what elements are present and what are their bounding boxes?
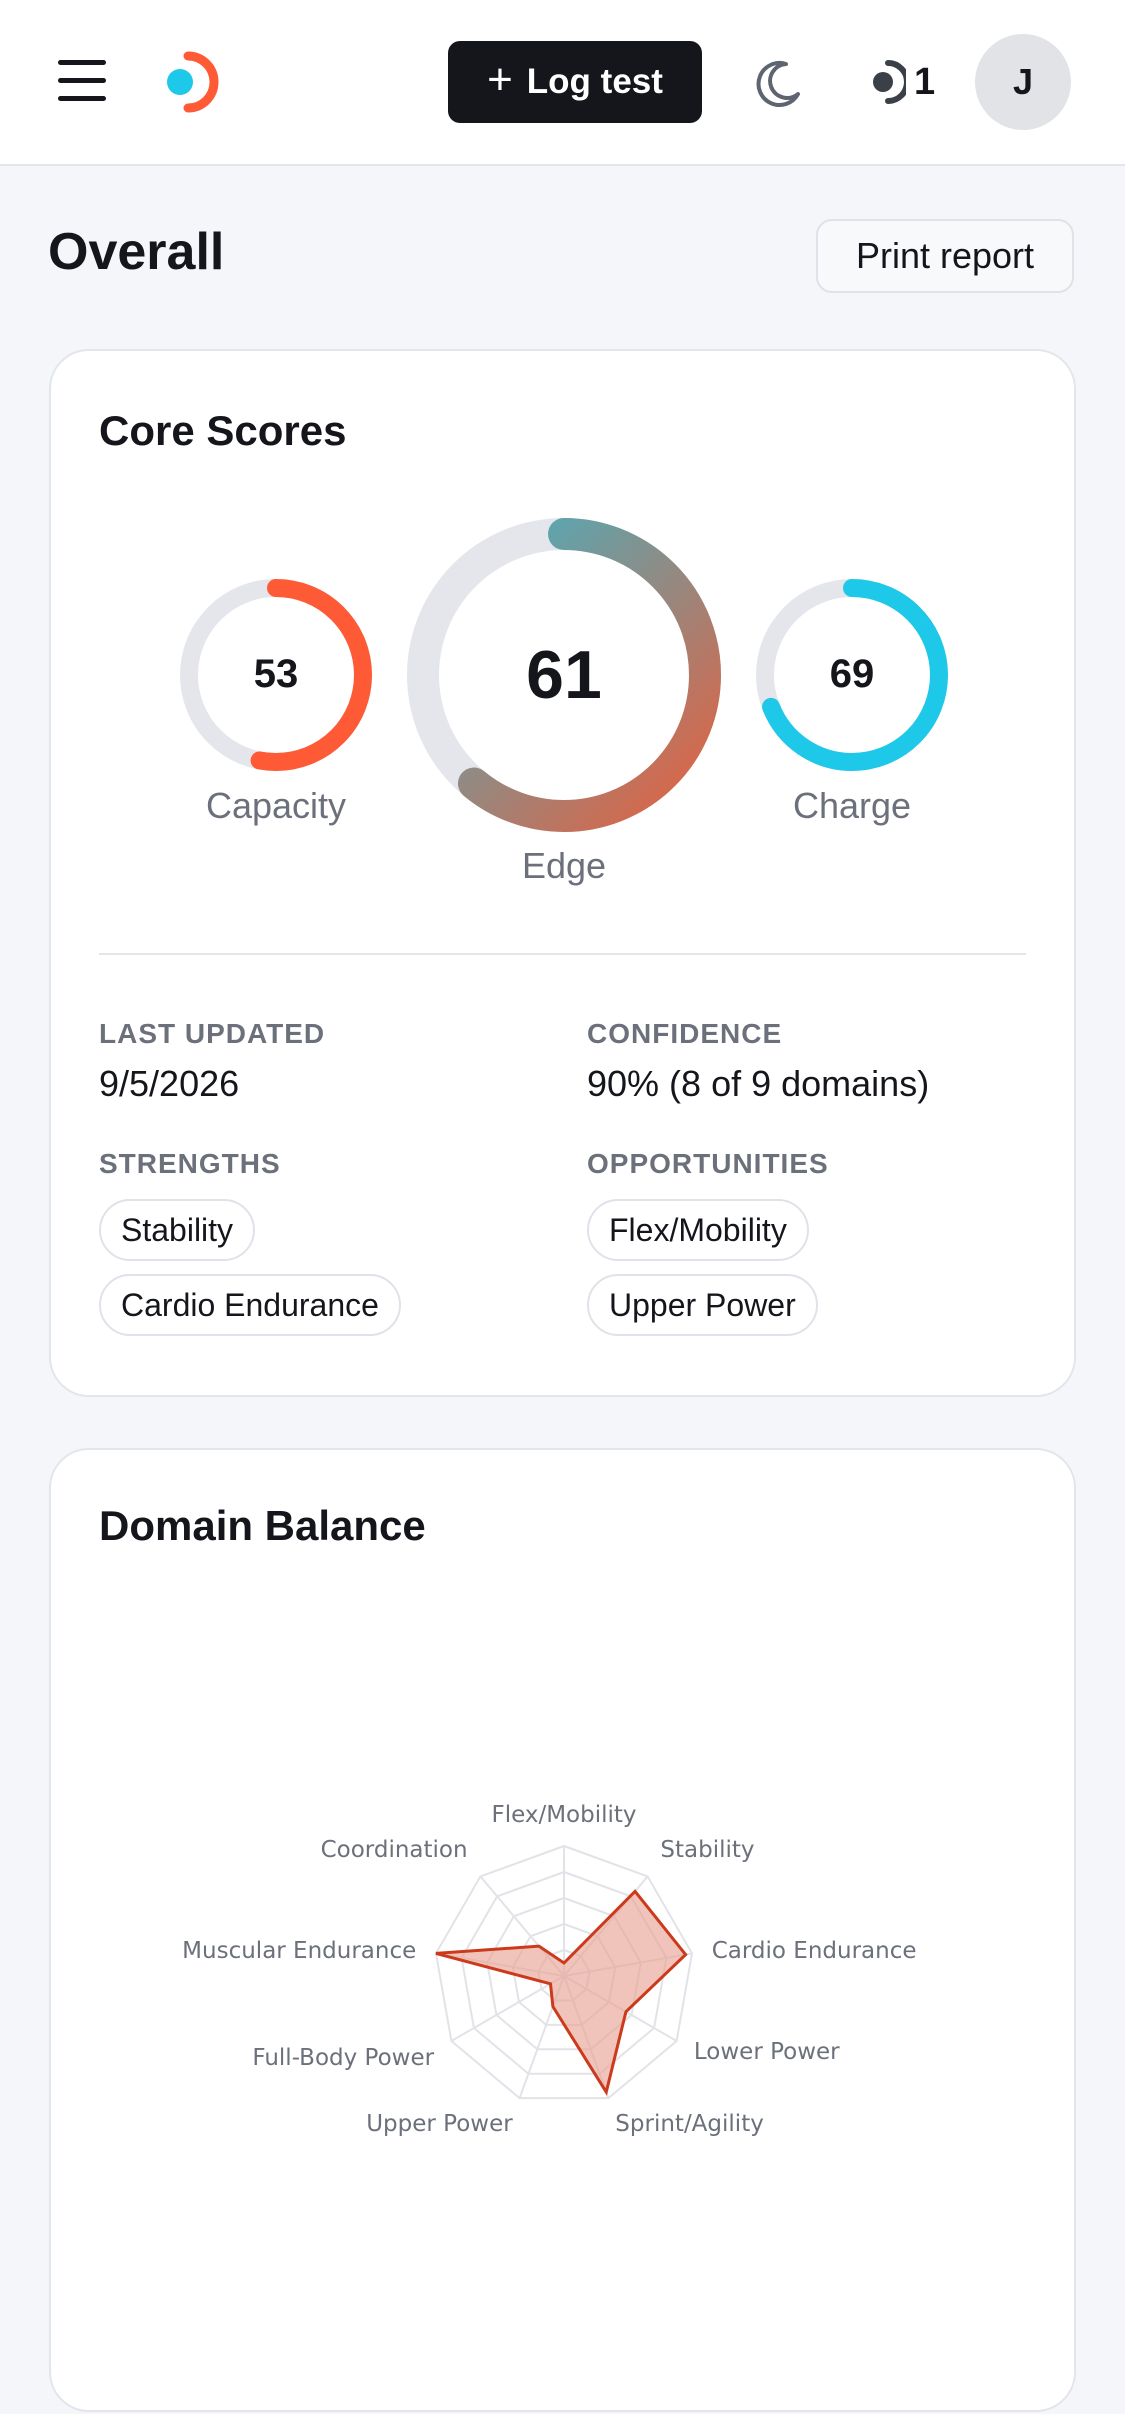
- charge-gauge: 69 Charge: [754, 577, 950, 826]
- radar-series-area: [435, 1889, 688, 2096]
- brand-logo[interactable]: [158, 48, 222, 118]
- edge-label: Edge: [521, 845, 607, 886]
- confidence-value: 90% (8 of 9 domains): [587, 1063, 930, 1104]
- menu-icon[interactable]: [58, 60, 108, 102]
- print-report-button[interactable]: Print report: [816, 219, 1074, 293]
- last-updated-value: 9/5/2026: [99, 1063, 240, 1104]
- radar-axis-label: Muscular Endurance: [182, 1938, 416, 1964]
- radar-axis-label: Lower Power: [694, 2039, 840, 2065]
- strength-pill: Cardio Endurance: [99, 1274, 401, 1336]
- capacity-label: Capacity: [205, 785, 347, 826]
- core-scores-title: Core Scores: [99, 407, 347, 454]
- print-report-label: Print report: [855, 235, 1035, 276]
- confidence-label: CONFIDENCE: [587, 1018, 783, 1049]
- capacity-gauge: 53 Capacity: [178, 577, 374, 826]
- streak-counter[interactable]: 1: [866, 56, 935, 108]
- opportunities-label: OPPORTUNITIES: [587, 1148, 829, 1179]
- radar-axis-label: Cardio Endurance: [712, 1938, 917, 1964]
- avatar[interactable]: J: [975, 34, 1071, 130]
- radar-axis: [450, 1975, 565, 2042]
- charge-label: Charge: [792, 785, 912, 826]
- domain-radar-chart: Flex/Mobility Stability Cardio Endurance Lo…: [182, 1802, 917, 2137]
- opportunity-pill: Flex/Mobility: [587, 1199, 809, 1261]
- radar-axis-label: Full-Body Power: [252, 2045, 434, 2071]
- radar-axis-label: Coordination: [321, 1837, 468, 1863]
- radar-axis-label: Stability: [660, 1837, 754, 1863]
- strength-pill: Stability: [99, 1199, 256, 1261]
- strengths-label: STRENGTHS: [99, 1148, 281, 1179]
- edge-value: 61: [526, 637, 602, 713]
- core-scores-card: Core Scores 53 Capacity 61 Edge 69 Charg…: [49, 349, 1076, 1397]
- avatar-initial: J: [1012, 61, 1034, 102]
- moon-icon[interactable]: [752, 58, 804, 110]
- radar-axis-label: Sprint/Agility: [615, 2111, 764, 2137]
- top-bar: + Log test 1 J: [0, 0, 1125, 166]
- page-title: Overall: [48, 223, 225, 281]
- edge-gauge: 61 Edge: [407, 518, 721, 886]
- capacity-value: 53: [253, 652, 299, 696]
- log-test-button[interactable]: + Log test: [448, 41, 702, 123]
- log-test-label: Log test: [526, 62, 663, 101]
- radar-axis-label: Flex/Mobility: [491, 1802, 636, 1828]
- radar-axis-label: Upper Power: [366, 2111, 513, 2137]
- last-updated-label: LAST UPDATED: [99, 1018, 326, 1049]
- domain-balance-card: Domain Balance Flex/Mobility Stability Car…: [49, 1448, 1076, 2412]
- core-scores-divider: [99, 953, 1026, 955]
- streak-icon: [873, 60, 906, 104]
- charge-value: 69: [829, 652, 875, 696]
- plus-icon: +: [487, 55, 513, 104]
- opportunity-pill: Upper Power: [587, 1274, 818, 1336]
- streak-count: 1: [914, 60, 936, 103]
